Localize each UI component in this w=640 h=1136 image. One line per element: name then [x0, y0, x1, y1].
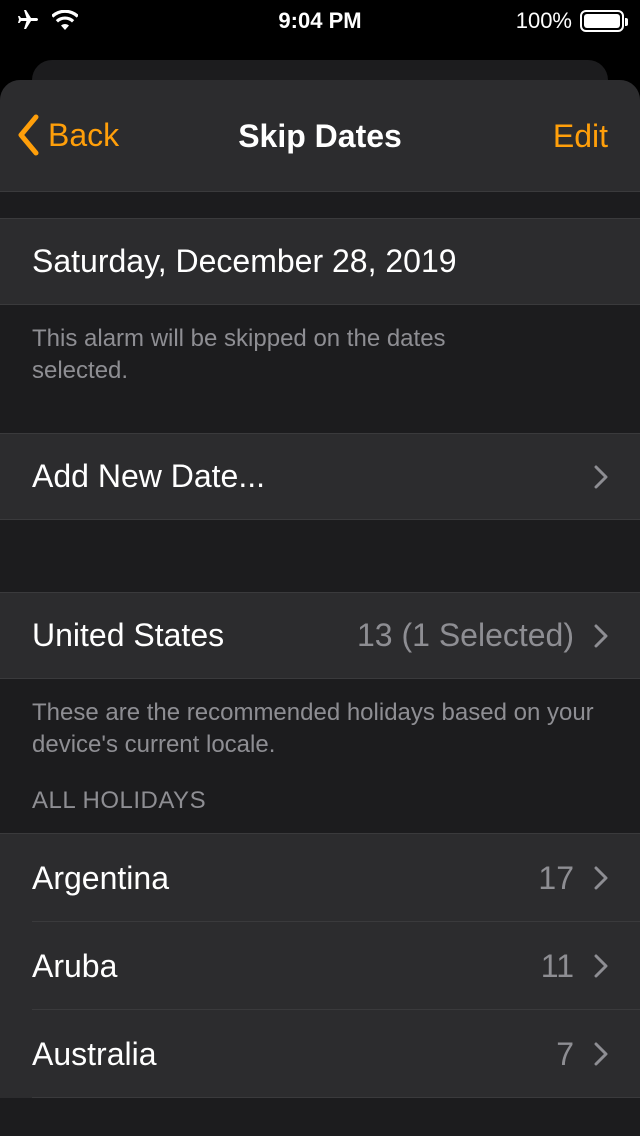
- list-item[interactable]: Australia 7: [0, 1010, 640, 1098]
- status-right: 100%: [515, 8, 628, 34]
- battery-percent: 100%: [515, 8, 572, 33]
- locale-country-label: United States: [32, 617, 225, 653]
- chevron-right-icon: [594, 1042, 608, 1066]
- page-title: Skip Dates: [238, 118, 402, 154]
- country-label: Aruba: [32, 947, 118, 984]
- add-new-date-label: Add New Date...: [32, 458, 265, 494]
- skipped-date-label: Saturday, December 28, 2019: [32, 243, 457, 279]
- list-item[interactable]: Aruba 11: [0, 922, 640, 1010]
- locale-country-detail: 13 (1 Selected): [356, 617, 574, 653]
- locale-note: These are the recommended holidays based…: [0, 679, 640, 787]
- chevron-right-icon: [594, 465, 608, 488]
- skipped-date-row[interactable]: Saturday, December 28, 2019: [0, 218, 640, 305]
- skipped-note-text: This alarm will be skipped on the dates …: [32, 325, 446, 384]
- holiday-country-list: Argentina 17 Aruba 11 Australia 7: [0, 833, 640, 1098]
- add-new-date-row[interactable]: Add New Date...: [0, 433, 640, 520]
- skip-dates-sheet: Back Skip Dates Edit Saturday, December …: [0, 80, 640, 1136]
- holiday-count: 7: [556, 1035, 574, 1072]
- chevron-right-icon: [594, 624, 608, 647]
- holiday-count: 17: [538, 859, 574, 896]
- list-item[interactable]: Argentina 17: [0, 834, 640, 922]
- chevron-right-icon: [594, 954, 608, 978]
- navigation-bar: Back Skip Dates Edit: [0, 80, 640, 192]
- holiday-count: 11: [540, 947, 574, 984]
- all-holidays-header: ALL HOLIDAYS: [32, 787, 207, 814]
- chevron-right-icon: [594, 866, 608, 890]
- skipped-note: This alarm will be skipped on the dates …: [0, 305, 640, 433]
- country-label: Argentina: [32, 859, 169, 896]
- locale-note-text: These are the recommended holidays based…: [32, 699, 594, 758]
- locale-country-row[interactable]: United States 13 (1 Selected): [0, 592, 640, 679]
- country-label: Australia: [32, 1035, 157, 1072]
- edit-button[interactable]: Edit: [553, 118, 608, 155]
- battery-icon: [580, 10, 628, 32]
- status-bar: 9:04 PM 100%: [0, 0, 640, 40]
